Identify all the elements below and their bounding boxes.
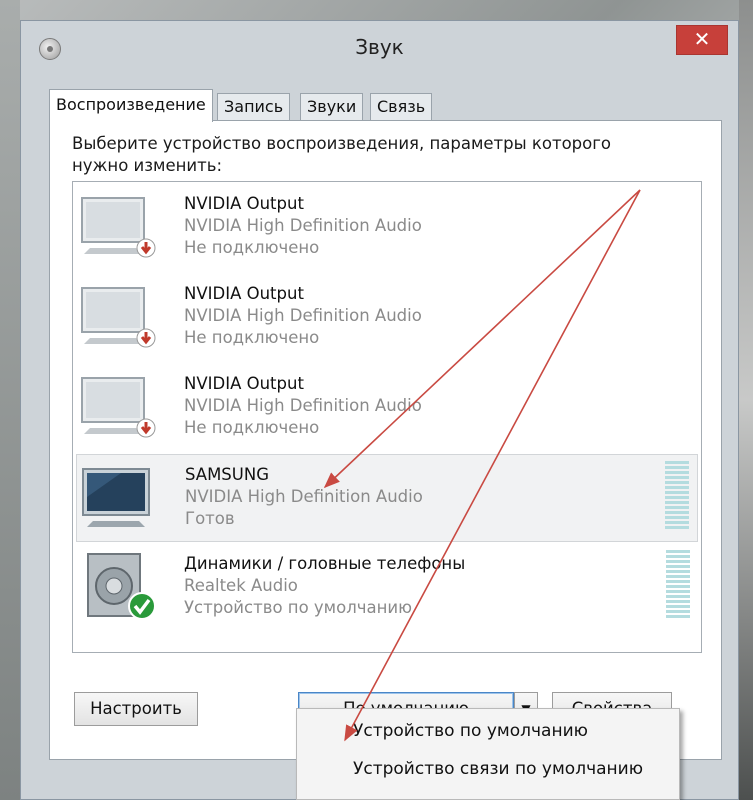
device-item[interactable]: Динамики / головные телефоны Realtek Aud… <box>76 544 698 632</box>
monitor-disconnected-icon <box>81 377 156 438</box>
instruction-text: Выберите устройство воспроизведения, пар… <box>72 134 612 175</box>
sound-dialog: Звук ✕ Воспроизведение Запись Звуки Связ… <box>20 20 739 800</box>
title-bar: Звук ✕ <box>21 21 738 71</box>
playback-panel: Выберите устройство воспроизведения, пар… <box>49 120 722 760</box>
device-name: NVIDIA Output <box>184 374 304 393</box>
device-item[interactable]: NVIDIA Output NVIDIA High Definition Aud… <box>76 274 698 362</box>
device-driver: NVIDIA High Definition Audio <box>185 487 423 506</box>
monitor-disconnected-icon <box>81 287 156 348</box>
configure-button[interactable]: Настроить <box>74 692 198 726</box>
device-item[interactable]: NVIDIA Output NVIDIA High Definition Aud… <box>76 184 698 272</box>
device-status: Не подключено <box>184 328 320 347</box>
tv-monitor-icon <box>82 468 150 527</box>
device-driver: NVIDIA High Definition Audio <box>184 306 422 325</box>
background-left <box>0 0 20 800</box>
device-name: NVIDIA Output <box>184 284 304 303</box>
device-name: Динамики / головные телефоны <box>184 554 466 573</box>
default-dropdown-menu: Устройство по умолчанию Устройство связи… <box>296 708 680 800</box>
close-button[interactable]: ✕ <box>676 25 728 55</box>
device-status: Не подключено <box>184 238 320 257</box>
monitor-disconnected-icon <box>81 197 156 258</box>
device-item[interactable]: NVIDIA Output NVIDIA High Definition Aud… <box>76 364 698 452</box>
device-status: Не подключено <box>184 418 320 437</box>
tab-communications[interactable]: Связь <box>370 93 433 121</box>
device-list: NVIDIA Output NVIDIA High Definition Aud… <box>72 181 702 653</box>
device-name: SAMSUNG <box>185 465 269 484</box>
tab-playback[interactable]: Воспроизведение <box>49 89 213 122</box>
tab-recording[interactable]: Запись <box>217 93 291 121</box>
volume-level-meter <box>665 461 689 531</box>
device-driver: NVIDIA High Definition Audio <box>184 396 422 415</box>
device-name: NVIDIA Output <box>184 194 304 213</box>
window-title: Звук <box>355 35 404 59</box>
device-item-selected[interactable]: SAMSUNG NVIDIA High Definition Audio Гот… <box>76 454 698 542</box>
volume-level-meter <box>666 550 690 620</box>
device-driver: NVIDIA High Definition Audio <box>184 216 422 235</box>
device-status: Готов <box>185 509 235 528</box>
background-right <box>739 0 753 800</box>
speaker-default-icon <box>87 553 156 620</box>
menu-item-default-communication-device[interactable]: Устройство связи по умолчанию <box>353 759 643 779</box>
menu-item-default-device[interactable]: Устройство по умолчанию <box>353 721 588 741</box>
device-driver: Realtek Audio <box>184 576 298 595</box>
device-status: Устройство по умолчанию <box>184 598 413 617</box>
tab-sounds[interactable]: Звуки <box>300 93 364 121</box>
